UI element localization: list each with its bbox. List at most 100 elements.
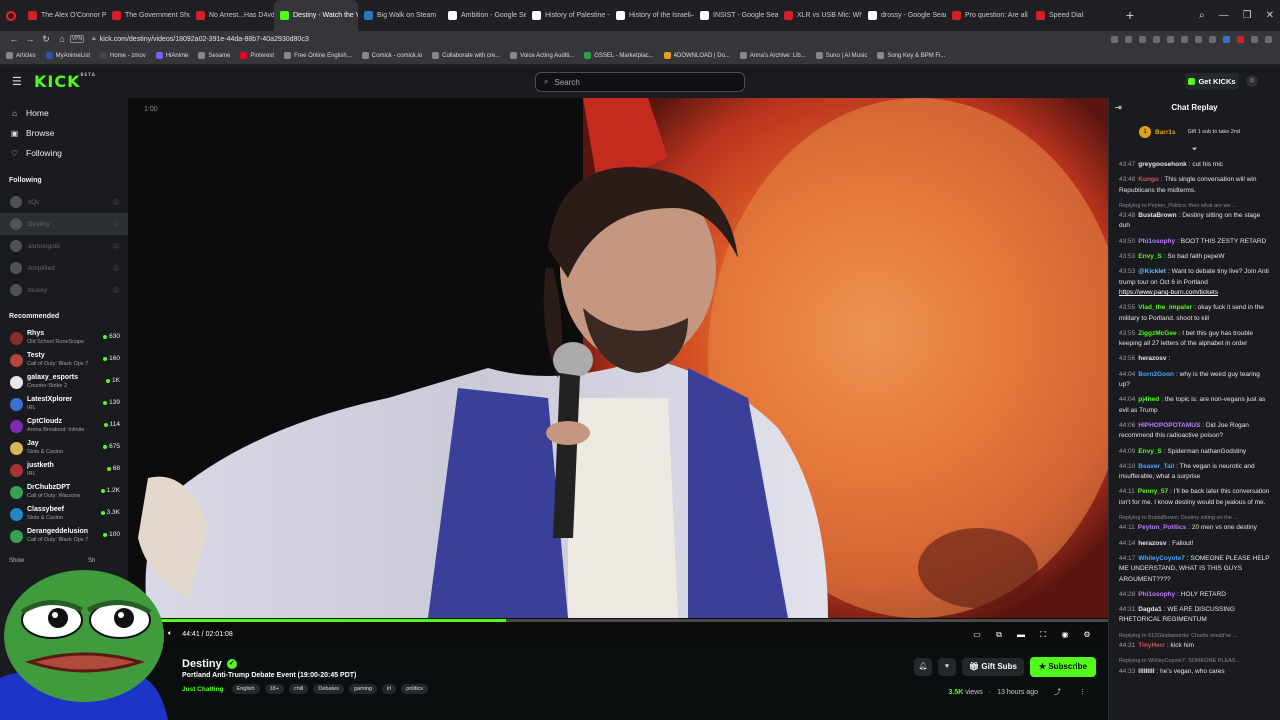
message-username[interactable]: Envy_S [1138,253,1162,260]
extension-icon[interactable] [1139,35,1146,43]
reply-context[interactable]: Replying to Peyton_Politics: then what a… [1119,201,1272,211]
collapse-chat-icon[interactable]: ⇥ [1115,98,1122,118]
bookmark-item[interactable]: GSSEL - Marketplac... [584,52,654,59]
extension-icon[interactable] [1111,35,1118,43]
browser-tab[interactable]: History of the Israeli–Pale [610,0,694,31]
extension-icon[interactable] [1223,35,1230,43]
home-icon[interactable]: ⌂ [54,34,70,44]
sidebar-item-following[interactable]: ♡ Following [0,143,128,163]
reload-button[interactable]: ↻ [38,34,54,45]
bookmark-item[interactable]: Anna's Archive: Lib... [739,52,806,59]
message-username[interactable]: Dagda1 [1138,606,1161,613]
recommended-channel[interactable]: Testy Call of Duty: Black Ops 7 160 [0,349,128,371]
recommended-channel[interactable]: DrChubzDPT Call of Duty: Warzone 1.2K [0,481,128,503]
browser-tab[interactable]: History of Palestine - Wiki [526,0,610,31]
chat-filter-icon[interactable]: ⏷ [1109,146,1280,158]
message-username[interactable]: ZiggzMcGee [1138,330,1176,337]
message-username[interactable]: Vlad_the_impaler [1138,304,1192,311]
clip-icon[interactable]: ⧉ [994,630,1004,640]
extension-icon[interactable] [1251,35,1258,43]
maximize-button[interactable]: ❐ [1243,10,1252,21]
notification-bell-icon[interactable]: 🔔︎ [913,658,932,676]
category-link[interactable]: Just Chatting [182,686,224,693]
fullscreen-icon[interactable]: ⛶ [1038,630,1048,640]
more-options-icon[interactable]: ⋮ [1079,688,1086,696]
minimize-button[interactable]: — [1219,10,1229,21]
message-username[interactable]: @Kicklet [1138,268,1166,275]
message-username[interactable]: pj4hed [1138,396,1159,403]
browser-tab[interactable]: Ambition - Google Search [442,0,526,31]
message-link[interactable]: https://www.pang-burn.com/tickets [1119,289,1218,296]
bookmark-item[interactable]: Sesame [198,52,230,59]
following-item[interactable]: asmongold 🔕︎ [0,235,128,257]
message-username[interactable]: HIPHOPOPOTAMUS [1138,422,1200,429]
search-tabs-icon[interactable]: ⌕ [1199,10,1205,21]
recommended-channel[interactable]: justketh IRL 68 [0,459,128,481]
recommended-channel[interactable]: Classybeef Slots & Casino 3.3K [0,503,128,525]
following-item[interactable]: Amplified 🔕︎ [0,257,128,279]
extension-icon[interactable] [1195,35,1202,43]
extension-icon[interactable] [1153,35,1160,43]
forward-button[interactable]: → [22,34,38,44]
volume-icon[interactable]: 🔈︎ [168,630,172,638]
message-username[interactable]: Phi1osophy [1138,591,1175,598]
browser-tab[interactable]: Pro question: Are all mics [946,0,1030,31]
browser-tab[interactable]: drossy - Google Search [862,0,946,31]
tag-chip[interactable]: irl [381,684,397,694]
message-username[interactable]: IIIIIIIII [1138,668,1154,675]
user-avatar[interactable]: ☺ [1246,75,1258,87]
tag-chip[interactable]: 18+ [264,684,284,694]
bookmark-item[interactable]: 4DOWNLOAD | Do... [663,52,730,59]
browser-tab[interactable]: The Government Shutdow [106,0,190,31]
browser-tab[interactable]: INSIST - Google Search [694,0,778,31]
bookmark-item[interactable]: Comick - comick.io [361,52,422,59]
recommended-channel[interactable]: galaxy_esports Counter-Strike 2 1K [0,371,128,393]
follow-heart-icon[interactable]: ♥ [937,658,956,676]
bookmark-item[interactable]: Collaborate with cre... [432,52,500,59]
new-tab-button[interactable]: + [1122,8,1138,24]
message-username[interactable]: greygoosehonk [1138,161,1186,168]
recommended-channel[interactable]: CptCloudz Arena Breakout: Infinite 114 [0,415,128,437]
tag-chip[interactable]: Debates [313,684,344,694]
reply-context[interactable]: Replying to BustaBrown: Destiny sitting … [1119,513,1272,523]
message-username[interactable]: herazosv [1138,540,1166,547]
tag-chip[interactable]: gaming [348,684,377,694]
vpn-badge[interactable]: VPN [70,35,84,43]
browser-tab[interactable]: Big Walk on Steam [358,0,442,31]
message-username[interactable]: herazosv [1138,355,1166,362]
playback-speed-icon[interactable]: ◉ [1060,630,1070,640]
bookmark-item[interactable]: Free Online English... [284,52,352,59]
extension-icon[interactable] [1181,35,1188,43]
message-username[interactable]: Born2Goon [1138,371,1174,378]
extension-icon[interactable] [1167,35,1174,43]
video-player[interactable]: 1:00 🔈︎ 44:41 / 02:01:08 ▭ ⧉ ▬ ⛶ ◉ ⚙︎ [128,98,1108,648]
browser-tab[interactable]: Speed Dial [1030,0,1114,31]
bookmark-item[interactable]: Suno | AI Music [815,52,867,59]
pinned-gifter[interactable]: 1 Barr1s Gift 1 sub to take 2nd [1109,118,1280,146]
settings-gear-icon[interactable]: ⚙︎ [1082,630,1092,640]
message-username[interactable]: TinyHerr [1138,642,1165,649]
bookmark-item[interactable]: Voice Acting Auditi... [510,52,574,59]
url-field[interactable]: 🔒︎ kick.com/destiny/videos/18092a02-391e-… [92,35,309,43]
message-username[interactable]: Envy_S [1138,448,1162,455]
get-kicks-button[interactable]: Get KICKs [1185,73,1239,90]
bookmark-item[interactable]: MyAnimeList [45,52,90,59]
message-username[interactable]: Kungo [1138,176,1159,183]
browser-tab[interactable]: The Alex O'Connor Podcast [22,0,106,31]
extension-icon[interactable] [1265,35,1272,43]
following-item[interactable]: fousey 🔕︎ [0,279,128,301]
recommended-channel[interactable]: Rhys Old School RuneScape 630 [0,327,128,349]
recommended-channel[interactable]: Derangeddelusion Call of Duty: Black Ops … [0,525,128,547]
share-icon[interactable]: ⤴ [1054,687,1061,697]
extension-icon[interactable] [1209,35,1216,43]
miniplayer-icon[interactable]: ▭ [972,630,982,640]
subscribe-button[interactable]: ★ Subscribe [1029,657,1096,677]
channel-name[interactable]: Destiny ✓ [182,658,237,670]
bookmark-item[interactable]: Home - zmov [100,52,146,59]
reply-context[interactable]: Replying to 612Glodaweirda: Charlie woul… [1119,631,1272,641]
bookmark-item[interactable]: HiAnime [155,52,188,59]
bookmark-item[interactable]: Pinterest [240,52,274,59]
recommended-channel[interactable]: LatestXplorer IRL 139 [0,393,128,415]
tag-chip[interactable]: chill [288,684,309,694]
bookmark-item[interactable]: Song Key & BPM Fi... [877,52,945,59]
